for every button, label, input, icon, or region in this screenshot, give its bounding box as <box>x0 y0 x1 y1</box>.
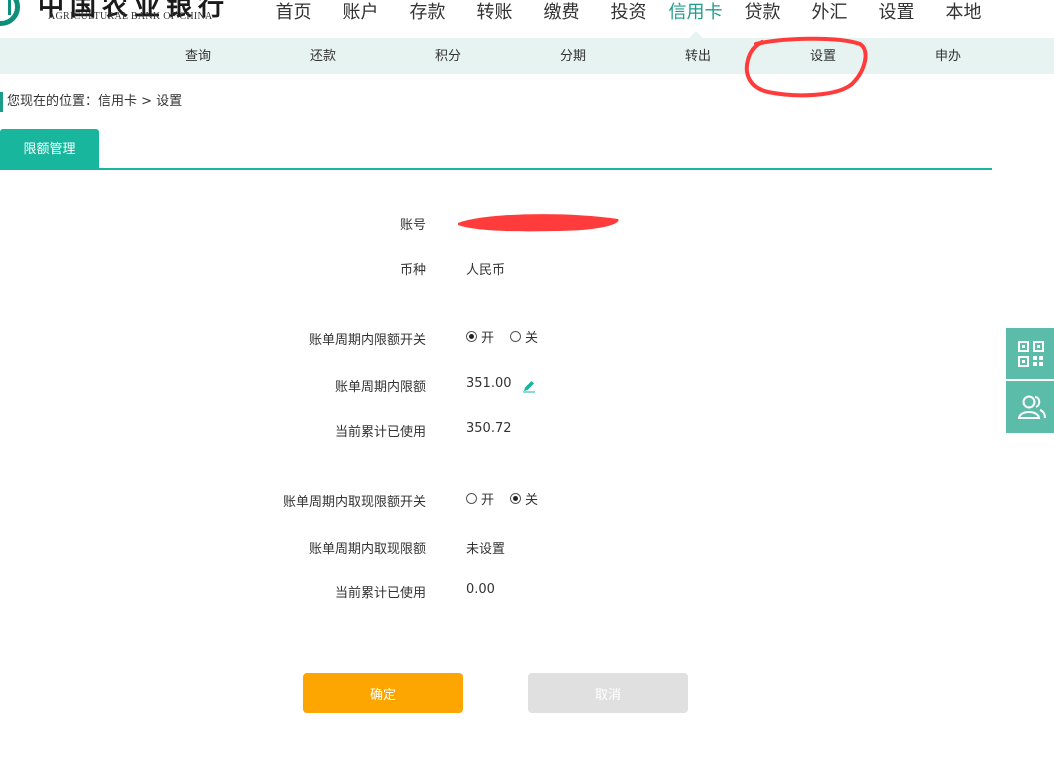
bill-used-value: 350.72 <box>466 421 512 436</box>
subnav-points[interactable]: 积分 <box>398 38 498 75</box>
cash-used-value: 0.00 <box>466 582 495 597</box>
bill-limit-off-option[interactable]: 关 <box>510 327 538 346</box>
bill-limit-off-label: 关 <box>525 331 539 346</box>
customer-service-icon <box>1018 395 1046 419</box>
nav-investment[interactable]: 投资 <box>595 0 662 32</box>
main-nav: 首页 账户 存款 转账 缴费 投资 信用卡 贷款 外汇 设置 本地 <box>260 0 997 38</box>
logo-english-name: AGRICULTURAL BANK OF CHINA <box>48 11 213 22</box>
cash-limit-off-label: 关 <box>525 493 539 508</box>
qr-code-icon <box>1018 341 1044 367</box>
cash-limit-switch: 开 关 <box>466 489 554 508</box>
account-number-redaction <box>458 214 619 232</box>
cash-limit-label: 账单周期内取现限额 <box>308 542 426 557</box>
tab-bar: 限额管理 <box>0 129 992 170</box>
customer-service-button[interactable] <box>1006 381 1054 433</box>
edit-pencil-icon[interactable] <box>522 379 536 393</box>
cash-limit-off-option[interactable]: 关 <box>510 489 538 508</box>
confirm-button[interactable]: 确定 <box>303 673 463 713</box>
cash-used-label: 当前累计已使用 <box>334 586 426 601</box>
cash-limit-value: 未设置 <box>466 542 506 557</box>
currency-value: 人民币 <box>466 263 506 278</box>
cash-limit-on-radio[interactable] <box>466 493 477 504</box>
nav-account[interactable]: 账户 <box>327 0 394 32</box>
bill-limit-on-option[interactable]: 开 <box>466 327 494 346</box>
bill-limit-label: 账单周期内限额 <box>334 380 426 395</box>
nav-local[interactable]: 本地 <box>930 0 997 32</box>
bank-logo[interactable]: 中国农业银行 AGRICULTURAL BANK OF CHINA <box>0 0 224 36</box>
nav-transfer[interactable]: 转账 <box>461 0 528 32</box>
cash-limit-switch-label: 账单周期内取现限额开关 <box>282 495 426 510</box>
nav-deposit[interactable]: 存款 <box>394 0 461 32</box>
top-header: 中国农业银行 AGRICULTURAL BANK OF CHINA 首页 账户 … <box>0 0 1054 38</box>
currency-label: 币种 <box>399 263 426 278</box>
cancel-button[interactable]: 取消 <box>528 673 688 713</box>
subnav-installment[interactable]: 分期 <box>523 38 623 75</box>
subnav-apply[interactable]: 申办 <box>898 38 998 75</box>
subnav-transfer-out[interactable]: 转出 <box>648 38 748 75</box>
bill-limit-switch-label: 账单周期内限额开关 <box>308 333 426 348</box>
nav-home[interactable]: 首页 <box>260 0 327 32</box>
breadcrumb: 您现在的位置：信用卡 > 设置 <box>0 92 182 112</box>
subnav-repayment[interactable]: 还款 <box>273 38 373 75</box>
account-label: 账号 <box>399 218 426 233</box>
subnav-settings[interactable]: 设置 <box>773 38 873 75</box>
cash-limit-on-option[interactable]: 开 <box>466 489 494 508</box>
bill-used-label: 当前累计已使用 <box>334 425 426 440</box>
subnav-query[interactable]: 查询 <box>148 38 248 75</box>
qr-code-button[interactable] <box>1006 328 1054 379</box>
nav-credit-card[interactable]: 信用卡 <box>662 0 729 38</box>
cash-limit-on-label: 开 <box>481 493 495 508</box>
nav-forex[interactable]: 外汇 <box>796 0 863 32</box>
abc-logo-icon <box>0 0 20 26</box>
nav-loan[interactable]: 贷款 <box>729 0 796 32</box>
bill-limit-switch: 开 关 <box>466 327 554 346</box>
bill-limit-value: 351.00 <box>466 376 512 391</box>
nav-payment[interactable]: 缴费 <box>528 0 595 32</box>
cash-limit-off-radio[interactable] <box>510 493 522 504</box>
bill-limit-on-label: 开 <box>481 331 495 346</box>
sub-nav: 查询 还款 积分 分期 转出 设置 申办 <box>0 38 1054 74</box>
nav-settings[interactable]: 设置 <box>863 0 930 32</box>
tab-limit-management[interactable]: 限额管理 <box>0 129 99 168</box>
bill-limit-on-radio[interactable] <box>466 331 477 342</box>
bill-limit-off-radio[interactable] <box>510 331 522 342</box>
